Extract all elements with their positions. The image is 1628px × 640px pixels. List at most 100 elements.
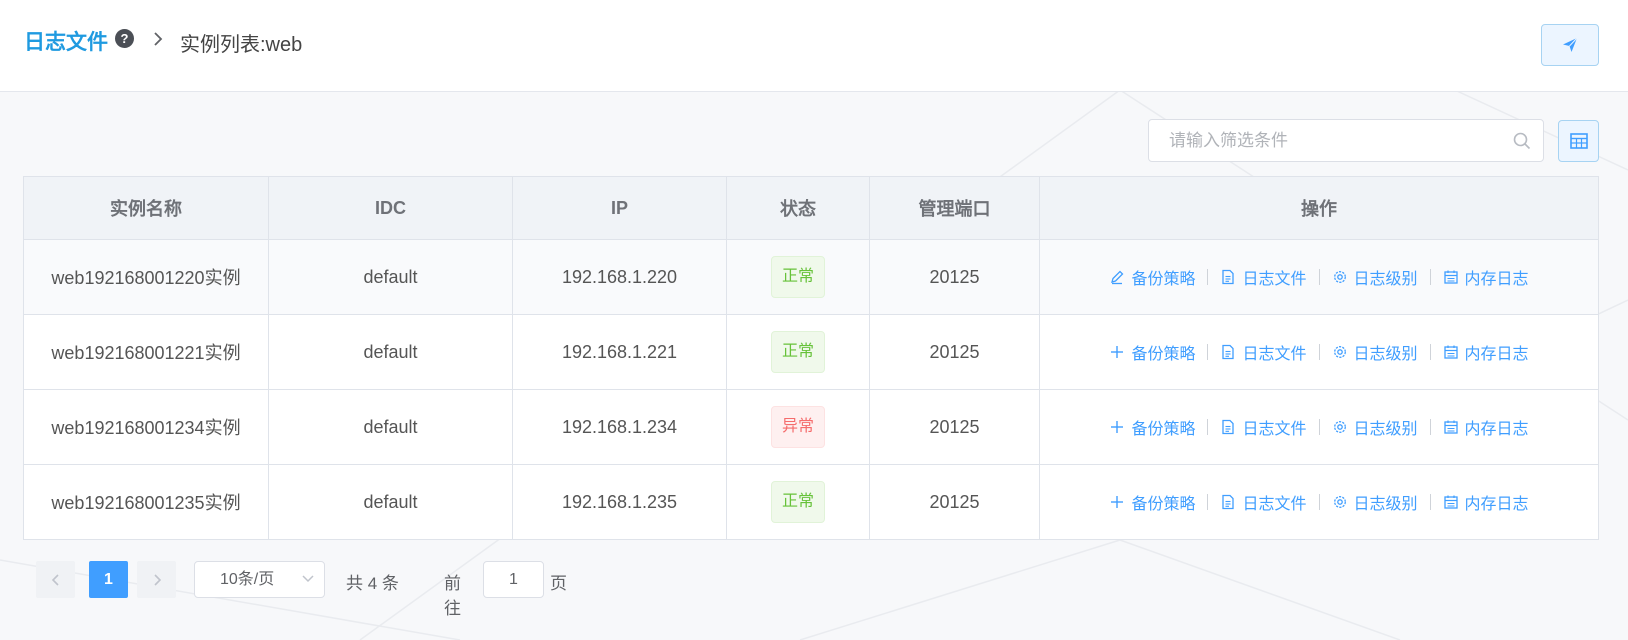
page-size-select[interactable]: 10条/页 (194, 561, 325, 598)
paper-plane-icon (1563, 37, 1578, 52)
gear-icon (1332, 344, 1348, 360)
log-level-label: 日志级别 (1353, 345, 1418, 363)
prev-page-button[interactable] (36, 561, 75, 598)
status-badge: 正常 (770, 256, 825, 298)
instance-name: web192168001220实例 (23, 239, 269, 315)
action-divider (1207, 268, 1209, 285)
instance-ip: 192.168.1.220 (512, 239, 727, 315)
log-level-link[interactable]: 日志级别 (1332, 265, 1418, 289)
backup-policy-label: 备份策略 (1131, 270, 1196, 288)
chevron-right-icon (154, 32, 163, 46)
instance-port: 20125 (869, 239, 1040, 315)
log-file-link[interactable]: 日志文件 (1220, 415, 1307, 439)
next-page-button[interactable] (137, 561, 176, 598)
filter-search-box (1148, 119, 1544, 162)
action-divider (1318, 268, 1320, 285)
instance-idc: default (268, 314, 513, 390)
action-divider (1429, 343, 1431, 360)
status-badge: 正常 (770, 331, 825, 373)
send-button[interactable] (1541, 24, 1599, 66)
table-header-row: 实例名称 IDC IP 状态 管理端口 操作 (23, 176, 1599, 240)
memory-log-link[interactable]: 内存日志 (1443, 490, 1529, 514)
gear-icon (1332, 269, 1348, 285)
action-divider (1429, 418, 1431, 435)
backup-policy-label: 备份策略 (1131, 420, 1196, 438)
page-size-value: 10条/页 (220, 571, 275, 588)
column-header-port[interactable]: 管理端口 (869, 176, 1040, 240)
backup-policy-link[interactable]: 备份策略 (1109, 490, 1195, 514)
action-divider (1318, 493, 1320, 510)
actions-cell: 备份策略 日志文件 日志级别 内存日志 (1039, 239, 1599, 315)
search-icon[interactable] (1513, 132, 1531, 150)
instance-port: 20125 (869, 314, 1040, 390)
page-number[interactable]: 1 (89, 561, 128, 598)
status-badge: 正常 (770, 481, 825, 523)
instance-port: 20125 (869, 464, 1040, 540)
column-header-idc[interactable]: IDC (268, 176, 513, 240)
status-badge: 异常 (770, 406, 825, 448)
log-file-link[interactable]: 日志文件 (1220, 340, 1307, 364)
table-row: web192168001220实例 default 192.168.1.220 正常 2… (23, 239, 1599, 315)
backup-policy-link[interactable]: 备份策略 (1109, 340, 1195, 364)
instance-status-cell: 异常 (726, 389, 870, 465)
instance-idc: default (268, 389, 513, 465)
gear-icon (1332, 494, 1348, 510)
search-input[interactable] (1149, 120, 1543, 161)
chevron-left-icon (51, 573, 59, 586)
instance-status-cell: 正常 (726, 314, 870, 390)
action-divider (1318, 343, 1320, 360)
memory-log-link[interactable]: 内存日志 (1443, 265, 1529, 289)
log-file-link[interactable]: 日志文件 (1220, 265, 1307, 289)
question-circle-icon[interactable]: ? (115, 29, 134, 48)
goto-label: 前往 (444, 574, 461, 618)
actions-cell: 备份策略 日志文件 日志级别 内存日志 (1039, 389, 1599, 465)
action-divider (1207, 493, 1209, 510)
calendar-icon (1443, 494, 1459, 510)
column-header-status[interactable]: 状态 (726, 176, 870, 240)
log-file-label: 日志文件 (1242, 495, 1307, 513)
column-header-name[interactable]: 实例名称 (23, 176, 269, 240)
log-level-link[interactable]: 日志级别 (1332, 340, 1418, 364)
document-icon (1220, 494, 1236, 510)
actions-cell: 备份策略 日志文件 日志级别 内存日志 (1039, 314, 1599, 390)
memory-log-link[interactable]: 内存日志 (1443, 340, 1529, 364)
log-level-label: 日志级别 (1353, 420, 1418, 438)
instance-name: web192168001221实例 (23, 314, 269, 390)
backup-policy-label: 备份策略 (1131, 345, 1196, 363)
log-level-link[interactable]: 日志级别 (1332, 415, 1418, 439)
instance-status-cell: 正常 (726, 464, 870, 540)
calendar-icon (1443, 344, 1459, 360)
log-level-link[interactable]: 日志级别 (1332, 490, 1418, 514)
backup-policy-link[interactable]: 备份策略 (1109, 415, 1195, 439)
chevron-right-icon (153, 573, 161, 586)
table-row: web192168001235实例 default 192.168.1.235 正常 2… (23, 464, 1599, 540)
table-view-button[interactable] (1558, 120, 1599, 162)
plus-icon (1109, 494, 1125, 510)
log-file-label: 日志文件 (1242, 420, 1307, 438)
page-suffix: 页 (550, 574, 567, 593)
memory-log-label: 内存日志 (1464, 345, 1529, 363)
log-file-link[interactable]: 日志文件 (1220, 490, 1307, 514)
log-file-label: 日志文件 (1242, 345, 1307, 363)
instance-name: web192168001234实例 (23, 389, 269, 465)
pencil-icon (1109, 269, 1125, 285)
page-header: 日志文件 ? 实例列表:web (0, 0, 1628, 92)
gear-icon (1332, 419, 1348, 435)
instance-status-cell: 正常 (726, 239, 870, 315)
plus-icon (1109, 419, 1125, 435)
instance-idc: default (268, 239, 513, 315)
action-divider (1318, 418, 1320, 435)
column-header-actions: 操作 (1039, 176, 1599, 240)
calendar-icon (1443, 269, 1459, 285)
instance-ip: 192.168.1.234 (512, 389, 727, 465)
total-count: 共 4 条 (346, 574, 399, 593)
column-header-ip[interactable]: IP (512, 176, 727, 240)
goto-page-input[interactable] (483, 561, 544, 598)
memory-log-link[interactable]: 内存日志 (1443, 415, 1529, 439)
memory-log-label: 内存日志 (1464, 270, 1529, 288)
backup-policy-label: 备份策略 (1131, 495, 1196, 513)
action-divider (1207, 343, 1209, 360)
backup-policy-link[interactable]: 备份策略 (1109, 265, 1195, 289)
breadcrumb-root[interactable]: 日志文件 (24, 26, 108, 56)
instance-ip: 192.168.1.235 (512, 464, 727, 540)
